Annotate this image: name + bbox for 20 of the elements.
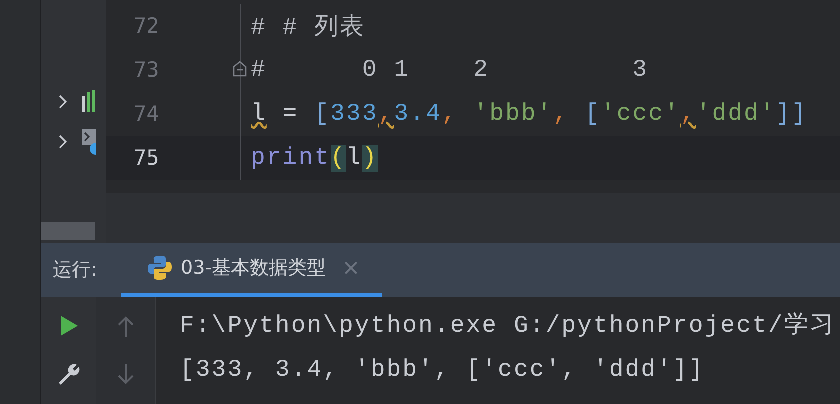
chevron-right-icon[interactable] (58, 94, 68, 110)
line-number: 73 (134, 58, 160, 82)
console-output-line: F:\Python\python.exe G:/pythonProject/学习 (180, 312, 836, 342)
line-number: 75 (134, 146, 160, 170)
wrench-icon[interactable] (56, 362, 80, 386)
console-icon (82, 129, 96, 155)
code-line: print(l) (250, 144, 378, 172)
python-icon (147, 255, 173, 281)
console-output-line: [333, 3.4, 'bbb', ['ccc', 'ddd']] (180, 356, 706, 386)
chevron-right-icon[interactable] (58, 134, 68, 150)
fold-icon[interactable] (233, 61, 247, 77)
code-line: l = [333,3.4, 'bbb', ['ccc','ddd']] (250, 100, 808, 128)
scrollbar-thumb[interactable] (41, 222, 95, 240)
code-line: # 0 1 2 3 (250, 56, 649, 84)
run-icon[interactable] (58, 315, 78, 338)
code-line: # # 列表 (250, 13, 366, 42)
line-number: 72 (134, 14, 160, 38)
run-label: 运行: (53, 258, 98, 283)
bar-chart-icon (82, 90, 96, 114)
line-number: 74 (134, 102, 160, 126)
